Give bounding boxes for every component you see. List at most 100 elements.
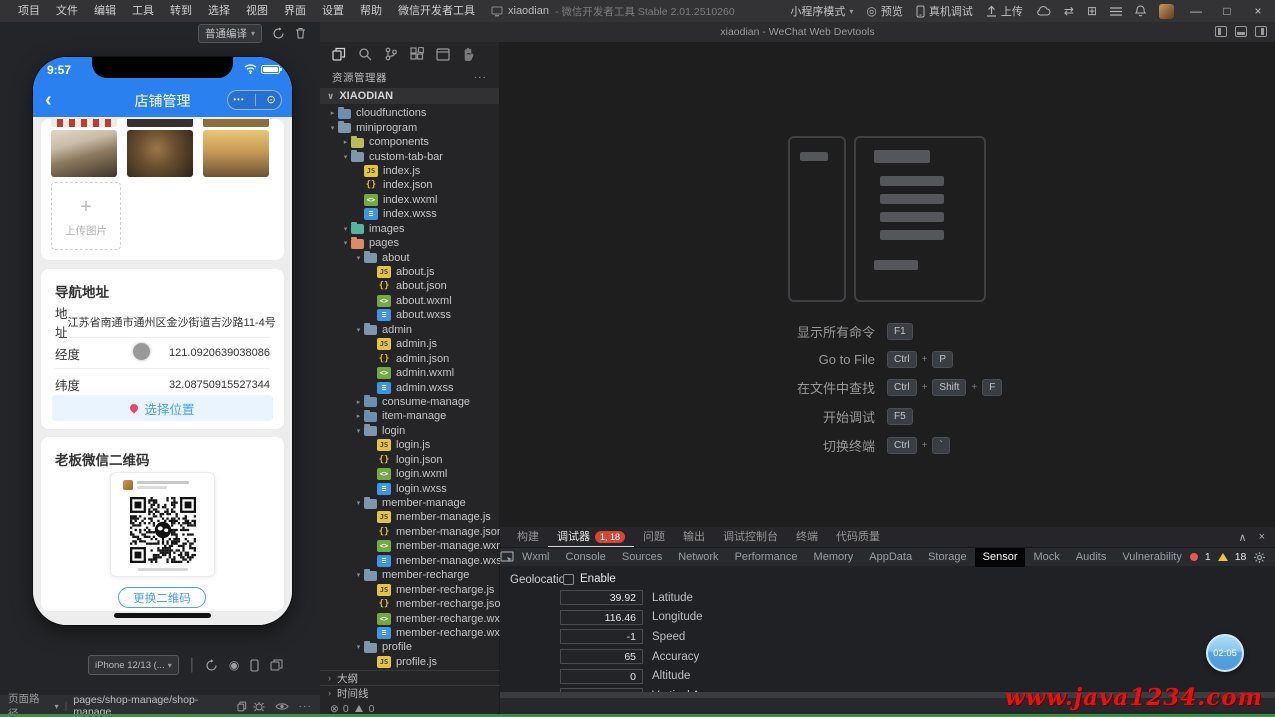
exit-icon[interactable]: ⊙ [267, 95, 276, 106]
multi-window-icon[interactable] [270, 659, 283, 671]
tree-item-index.json[interactable]: {}index.json [320, 178, 500, 192]
devtools-tab-memory[interactable]: Memory [806, 548, 862, 567]
compile-mode-dropdown[interactable]: 普通编译▾ [198, 24, 262, 43]
record-icon[interactable]: ◉ [229, 658, 239, 672]
devtools-tab-vulnerability[interactable]: Vulnerability [1114, 548, 1190, 567]
menu-工具[interactable]: 工具 [124, 0, 162, 22]
tree-item-member-recharge[interactable]: ▾member-recharge [320, 568, 500, 582]
bell-icon[interactable] [1135, 5, 1146, 17]
shop-photo-partial[interactable] [203, 119, 269, 127]
menu-微信开发者工具[interactable]: 微信开发者工具 [390, 0, 483, 22]
menu-文件[interactable]: 文件 [48, 0, 86, 22]
tree-item-index.wxml[interactable]: <>index.wxml [320, 193, 500, 207]
form-row-经度[interactable]: 经度121.0920639038086 [55, 338, 270, 369]
shop-photo-partial[interactable] [127, 119, 193, 127]
shop-photo[interactable] [127, 130, 193, 177]
source-control-icon[interactable] [384, 47, 398, 61]
tree-item-custom-tab-bar[interactable]: ▾custom-tab-bar [320, 149, 500, 163]
explorer-more-icon[interactable]: ··· [474, 71, 488, 83]
panel-tab-代码质量[interactable]: 代码质量 [827, 527, 889, 547]
tree-item-login.js[interactable]: JSlogin.js [320, 438, 500, 452]
tree-item-about.wxml[interactable]: <>about.wxml [320, 294, 500, 308]
menu-选择[interactable]: 选择 [200, 0, 238, 22]
clear-cache-icon[interactable] [295, 27, 306, 39]
device-model-dropdown[interactable]: iPhone 12/13 (...▾ [88, 655, 179, 675]
change-qr-button[interactable]: 更换二维码 [118, 587, 206, 608]
tree-item-admin.json[interactable]: {}admin.json [320, 351, 500, 365]
panel-tab-构建[interactable]: 构建 [508, 527, 548, 547]
devtools-tab-storage[interactable]: Storage [920, 548, 975, 567]
panel-tab-输出[interactable]: 输出 [674, 527, 714, 547]
shop-photo[interactable] [51, 130, 117, 177]
outline-section[interactable]: ›大纲 [320, 670, 500, 685]
form-row-地址[interactable]: 地址江苏省南通市通州区金沙街道吉沙路11-4号 [55, 307, 270, 338]
tree-item-admin[interactable]: ▾admin [320, 323, 500, 337]
sensor-input[interactable]: 39.92 [560, 590, 643, 605]
panel-tab-终端[interactable]: 终端 [787, 527, 827, 547]
tree-item-login[interactable]: ▾login [320, 424, 500, 438]
tree-item-member-recharge.json[interactable]: {}member-recharge.json [320, 597, 500, 611]
toggle-bottom-panel-icon[interactable] [1235, 26, 1247, 37]
tree-item-admin.wxss[interactable]: ≡admin.wxss [320, 380, 500, 394]
devtools-tab-console[interactable]: Console [558, 548, 614, 567]
tree-item-admin.wxml[interactable]: <>admin.wxml [320, 366, 500, 380]
menu-项目[interactable]: 项目 [10, 0, 48, 22]
inspect-icon[interactable] [500, 551, 514, 564]
search-icon[interactable] [358, 47, 372, 61]
close-panel-icon[interactable]: × [1259, 531, 1265, 544]
extensions-icon[interactable] [410, 47, 424, 61]
bug-icon[interactable] [253, 700, 265, 712]
tree-item-member-recharge.wxss[interactable]: ≡member-recharge.wxss [320, 626, 500, 640]
close-button[interactable]: × [1249, 4, 1267, 18]
rotate-icon[interactable] [205, 659, 218, 672]
tree-item-index.js[interactable]: JSindex.js [320, 164, 500, 178]
device-debug-button[interactable]: 真机调试 [916, 3, 973, 19]
tree-item-index.wxss[interactable]: ≡index.wxss [320, 207, 500, 221]
copy-icon[interactable] [237, 701, 247, 712]
tree-item-member-recharge.wxml[interactable]: <>member-recharge.wxml [320, 611, 500, 625]
devtools-tab-sources[interactable]: Sources [614, 548, 670, 567]
sensor-input[interactable]: 116.46 [560, 610, 643, 625]
upload-button[interactable]: 上传 [986, 3, 1023, 19]
tree-item-about.json[interactable]: {}about.json [320, 279, 500, 293]
settings-gear-icon[interactable] [1253, 551, 1266, 564]
menu-视图[interactable]: 视图 [238, 0, 276, 22]
preview-button[interactable]: ◎预览 [866, 3, 902, 19]
tree-item-admin.js[interactable]: JSadmin.js [320, 337, 500, 351]
panel-tab-问题[interactable]: 问题 [634, 527, 674, 547]
menu-界面[interactable]: 界面 [276, 0, 314, 22]
tree-item-about.js[interactable]: JSabout.js [320, 265, 500, 279]
tree-item-member-manage.wxml[interactable]: <>member-manage.wxml [320, 539, 500, 553]
window-preview-icon[interactable] [436, 48, 450, 61]
devtools-tab-wxml[interactable]: Wxml [514, 548, 558, 567]
tree-item-login.wxml[interactable]: <>login.wxml [320, 467, 500, 481]
more-actions-icon[interactable]: ··· [299, 700, 313, 712]
eye-icon[interactable] [275, 702, 289, 711]
choose-location-button[interactable]: 选择位置 [52, 395, 273, 421]
tree-item-consume-manage[interactable]: ▸consume-manage [320, 395, 500, 409]
devtools-tab-appdata[interactable]: AppData [861, 548, 920, 567]
menu-编辑[interactable]: 编辑 [86, 0, 124, 22]
tree-item-item-manage[interactable]: ▸item-manage [320, 409, 500, 423]
tree-item-about[interactable]: ▾about [320, 250, 500, 264]
tree-item-profile[interactable]: ▾profile [320, 640, 500, 654]
tree-item-pages[interactable]: ▾pages [320, 236, 500, 250]
shop-photo-partial[interactable] [51, 119, 117, 127]
tree-item-cloudfunctions[interactable]: ▸cloudfunctions [320, 106, 500, 120]
tree-item-profile.js[interactable]: JSprofile.js [320, 655, 500, 668]
cloud-icon[interactable] [1036, 6, 1051, 16]
tree-item-miniprogram[interactable]: ▾miniprogram [320, 120, 500, 134]
tree-item-images[interactable]: ▾images [320, 222, 500, 236]
menu-帮助[interactable]: 帮助 [352, 0, 390, 22]
device-frame-icon[interactable] [250, 659, 259, 672]
panel-tab-调试器[interactable]: 调试器1, 18 [548, 527, 634, 547]
devtools-tab-performance[interactable]: Performance [727, 548, 806, 567]
files-icon[interactable] [332, 47, 346, 61]
devtools-tab-audits[interactable]: Audits [1068, 548, 1115, 567]
sensor-input[interactable]: -1 [560, 629, 643, 644]
shop-photo[interactable] [203, 130, 269, 177]
menu-转到[interactable]: 转到 [162, 0, 200, 22]
swap-icon[interactable]: ⇄ [1064, 5, 1074, 17]
toggle-left-panel-icon[interactable] [1215, 26, 1227, 37]
collapse-panel-icon[interactable]: ∧ [1239, 531, 1247, 544]
